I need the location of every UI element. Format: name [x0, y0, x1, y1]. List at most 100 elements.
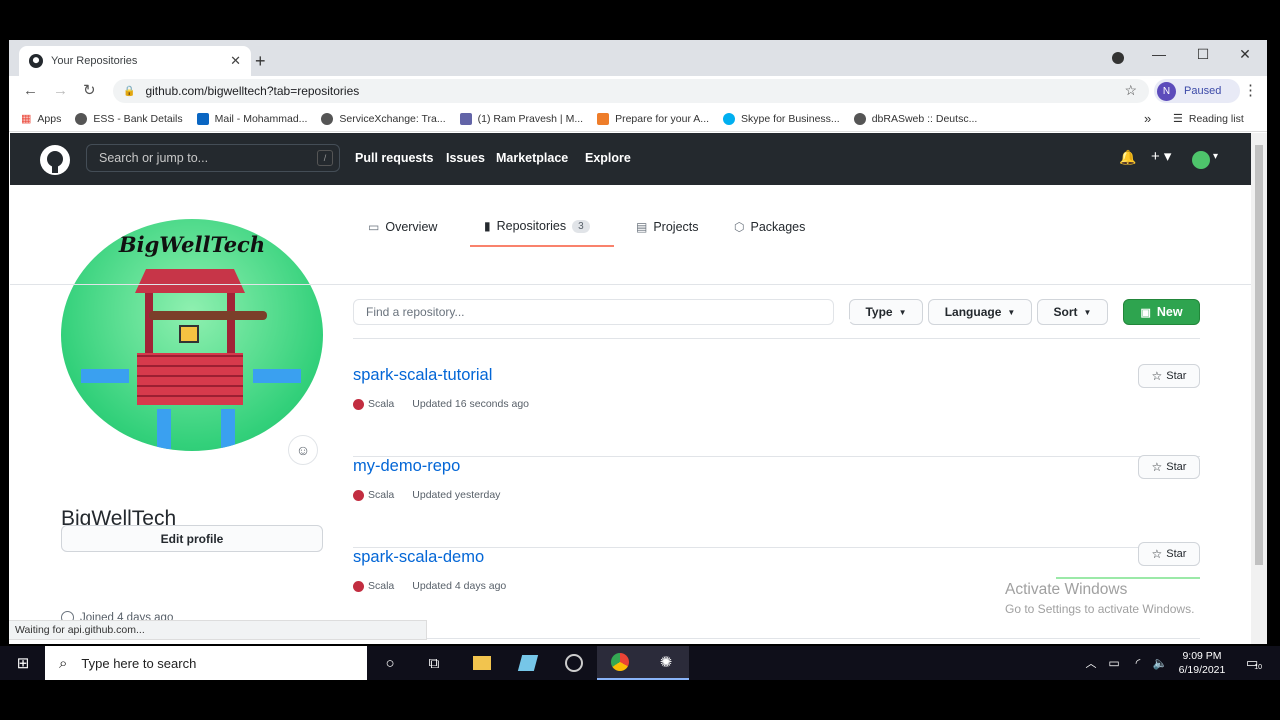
battery-icon[interactable]: ▭ [1102, 646, 1126, 680]
star-button[interactable]: ☆ Star [1138, 455, 1200, 479]
repo-name-link[interactable]: spark-scala-demo [353, 548, 484, 567]
tab-search-icon[interactable] [1112, 52, 1124, 64]
search-placeholder: Search or jump to... [99, 151, 209, 165]
menu-kebab-icon[interactable]: ⋮ [1243, 81, 1258, 99]
app-snowflake-icon[interactable]: ✺ [643, 646, 689, 680]
star-button[interactable]: ☆ Star [1138, 542, 1200, 566]
file-explorer-icon[interactable] [459, 646, 505, 680]
omnibox[interactable]: 🔒 github.com/bigwelltech?tab=repositorie… [113, 79, 1149, 103]
more-bookmarks-icon[interactable]: » [1144, 111, 1151, 126]
forward-icon[interactable]: → [53, 82, 68, 99]
find-repository-input[interactable]: Find a repository... [353, 299, 834, 325]
browser-tab[interactable]: Your Repositories ✕ [19, 46, 251, 76]
tabs-divider [10, 284, 1251, 285]
new-repository-button[interactable]: ▣ New [1123, 299, 1200, 325]
activate-windows-watermark: Activate Windows Go to Settings to activ… [1005, 581, 1194, 616]
star-icon: ☆ [1151, 460, 1163, 474]
star-icon: ☆ [1151, 369, 1163, 383]
cortana-icon[interactable]: ○ [367, 646, 413, 680]
package-icon: ⬡ [734, 220, 745, 234]
sort-filter-button[interactable]: Sort ▼ [1037, 299, 1108, 325]
tab-overview[interactable]: ▭ Overview [368, 207, 437, 247]
avatar-logo-text: BigWellTech [118, 232, 266, 257]
profile-button[interactable]: N Paused [1154, 79, 1240, 103]
nav-explore[interactable]: Explore [585, 151, 631, 165]
url-text: github.com/bigwelltech?tab=repositories [145, 84, 360, 98]
language-filter-button[interactable]: Language ▼ [928, 299, 1032, 325]
type-filter-button[interactable]: Type ▼ [849, 299, 923, 325]
watermark-title: Activate Windows [1005, 581, 1128, 598]
start-button[interactable]: ⊞ [0, 646, 46, 680]
maximize-icon[interactable]: ☐ [1181, 40, 1225, 68]
skype-icon [723, 112, 736, 125]
taskbar-search-input[interactable]: ⌕ Type here to search [45, 646, 367, 680]
tray-chevron-icon[interactable]: ︿ [1080, 646, 1102, 680]
new-tab-icon[interactable]: + [255, 51, 266, 72]
bookmark-item[interactable]: dbRASweb :: Deutsc... [853, 112, 977, 125]
profile-page: BigWellTech ☺ BigWellTech bigwelltech Ed… [10, 185, 1251, 639]
user-avatar-icon[interactable] [1192, 151, 1210, 169]
notifications-button[interactable]: ▭ 10 [1234, 646, 1274, 680]
nav-marketplace[interactable]: Marketplace [496, 151, 568, 165]
minimize-icon[interactable]: — [1137, 40, 1181, 68]
bookmark-item[interactable]: Mail - Mohammad... [196, 112, 307, 125]
repo-meta: Scala Updated yesterday [353, 489, 500, 501]
back-icon[interactable]: ← [23, 82, 38, 99]
bookmark-item[interactable]: ESS - Bank Details [75, 112, 183, 125]
apps-grid-icon: ▦ [21, 113, 32, 125]
page-scrollbar[interactable] [1251, 133, 1267, 644]
bell-icon[interactable]: 🔔 [1119, 149, 1136, 166]
repo-list-item: my-demo-repo Scala Updated yesterday ☆ Sta… [353, 455, 1200, 548]
obs-icon[interactable] [551, 646, 597, 680]
close-tab-icon[interactable]: ✕ [230, 53, 241, 69]
plus-dropdown-icon[interactable]: + ▾ [1151, 147, 1171, 165]
tab-projects[interactable]: ▤ Projects [636, 207, 699, 247]
repo-count-badge: 3 [572, 219, 590, 233]
search-input[interactable]: Search or jump to... / [86, 144, 340, 172]
edit-profile-button[interactable]: Edit profile [61, 525, 323, 552]
windows-logo-icon: ⊞ [16, 655, 30, 672]
new-label: New [1156, 305, 1183, 319]
notepad-icon[interactable] [505, 646, 551, 680]
language-color-dot [353, 580, 364, 592]
chrome-icon[interactable] [597, 646, 643, 680]
activity-graph [1056, 577, 1200, 579]
find-placeholder: Find a repository... [366, 305, 465, 319]
avatar: N [1157, 81, 1176, 101]
bookmark-label: (1) Ram Pravesh | M... [477, 112, 584, 125]
close-window-icon[interactable]: ✕ [1223, 40, 1267, 68]
caret-down-icon: ▼ [1083, 307, 1092, 317]
reload-icon[interactable]: ↻ [83, 81, 96, 99]
scrollbar-thumb[interactable] [1255, 145, 1263, 565]
tab-packages[interactable]: ⬡ Packages [734, 207, 805, 247]
bookmark-item[interactable]: Prepare for your A... [597, 112, 709, 125]
nav-issues[interactable]: Issues [446, 151, 485, 165]
taskbar-clock[interactable]: 9:09 PM 6/19/2021 [1172, 649, 1232, 677]
set-status-button[interactable]: ☺ [288, 435, 318, 465]
sort-label: Sort [1053, 305, 1078, 319]
browser-window: Your Repositories ✕ + — ☐ ✕ ← → ↻ 🔒 gith… [9, 40, 1267, 644]
taskbar-search-placeholder: Type here to search [81, 655, 197, 671]
language-color-dot [353, 398, 364, 410]
bookmark-star-icon[interactable]: ☆ [1124, 82, 1137, 99]
reading-list-button[interactable]: ☰ Reading list [1173, 112, 1244, 126]
avatar-dropdown-icon[interactable]: ▾ [1213, 151, 1218, 162]
task-view-icon[interactable]: ⧉ [411, 646, 457, 680]
bookmark-item[interactable]: ServiceXchange: Tra... [321, 112, 446, 125]
bookmark-apps[interactable]: ▦ Apps [21, 112, 61, 126]
volume-icon[interactable]: 🔈 [1148, 646, 1172, 680]
nav-pull-requests[interactable]: Pull requests [355, 151, 434, 165]
bookmark-item[interactable]: Skype for Business... [723, 112, 840, 125]
repo-name-link[interactable]: my-demo-repo [353, 457, 460, 476]
star-button[interactable]: ☆ Star [1138, 364, 1200, 388]
network-icon[interactable]: ◜ [1126, 646, 1150, 680]
tab-repositories[interactable]: ▮ Repositories 3 [470, 207, 614, 247]
teams-icon [459, 112, 472, 125]
repo-add-icon: ▣ [1140, 306, 1151, 319]
bookmark-item[interactable]: (1) Ram Pravesh | M... [459, 112, 584, 125]
tab-label: Repositories [496, 219, 567, 233]
repo-name-link[interactable]: spark-scala-tutorial [353, 366, 492, 385]
clock-date: 6/19/2021 [1178, 664, 1226, 676]
lock-icon: 🔒 [123, 85, 136, 97]
github-logo-icon[interactable] [40, 145, 70, 175]
